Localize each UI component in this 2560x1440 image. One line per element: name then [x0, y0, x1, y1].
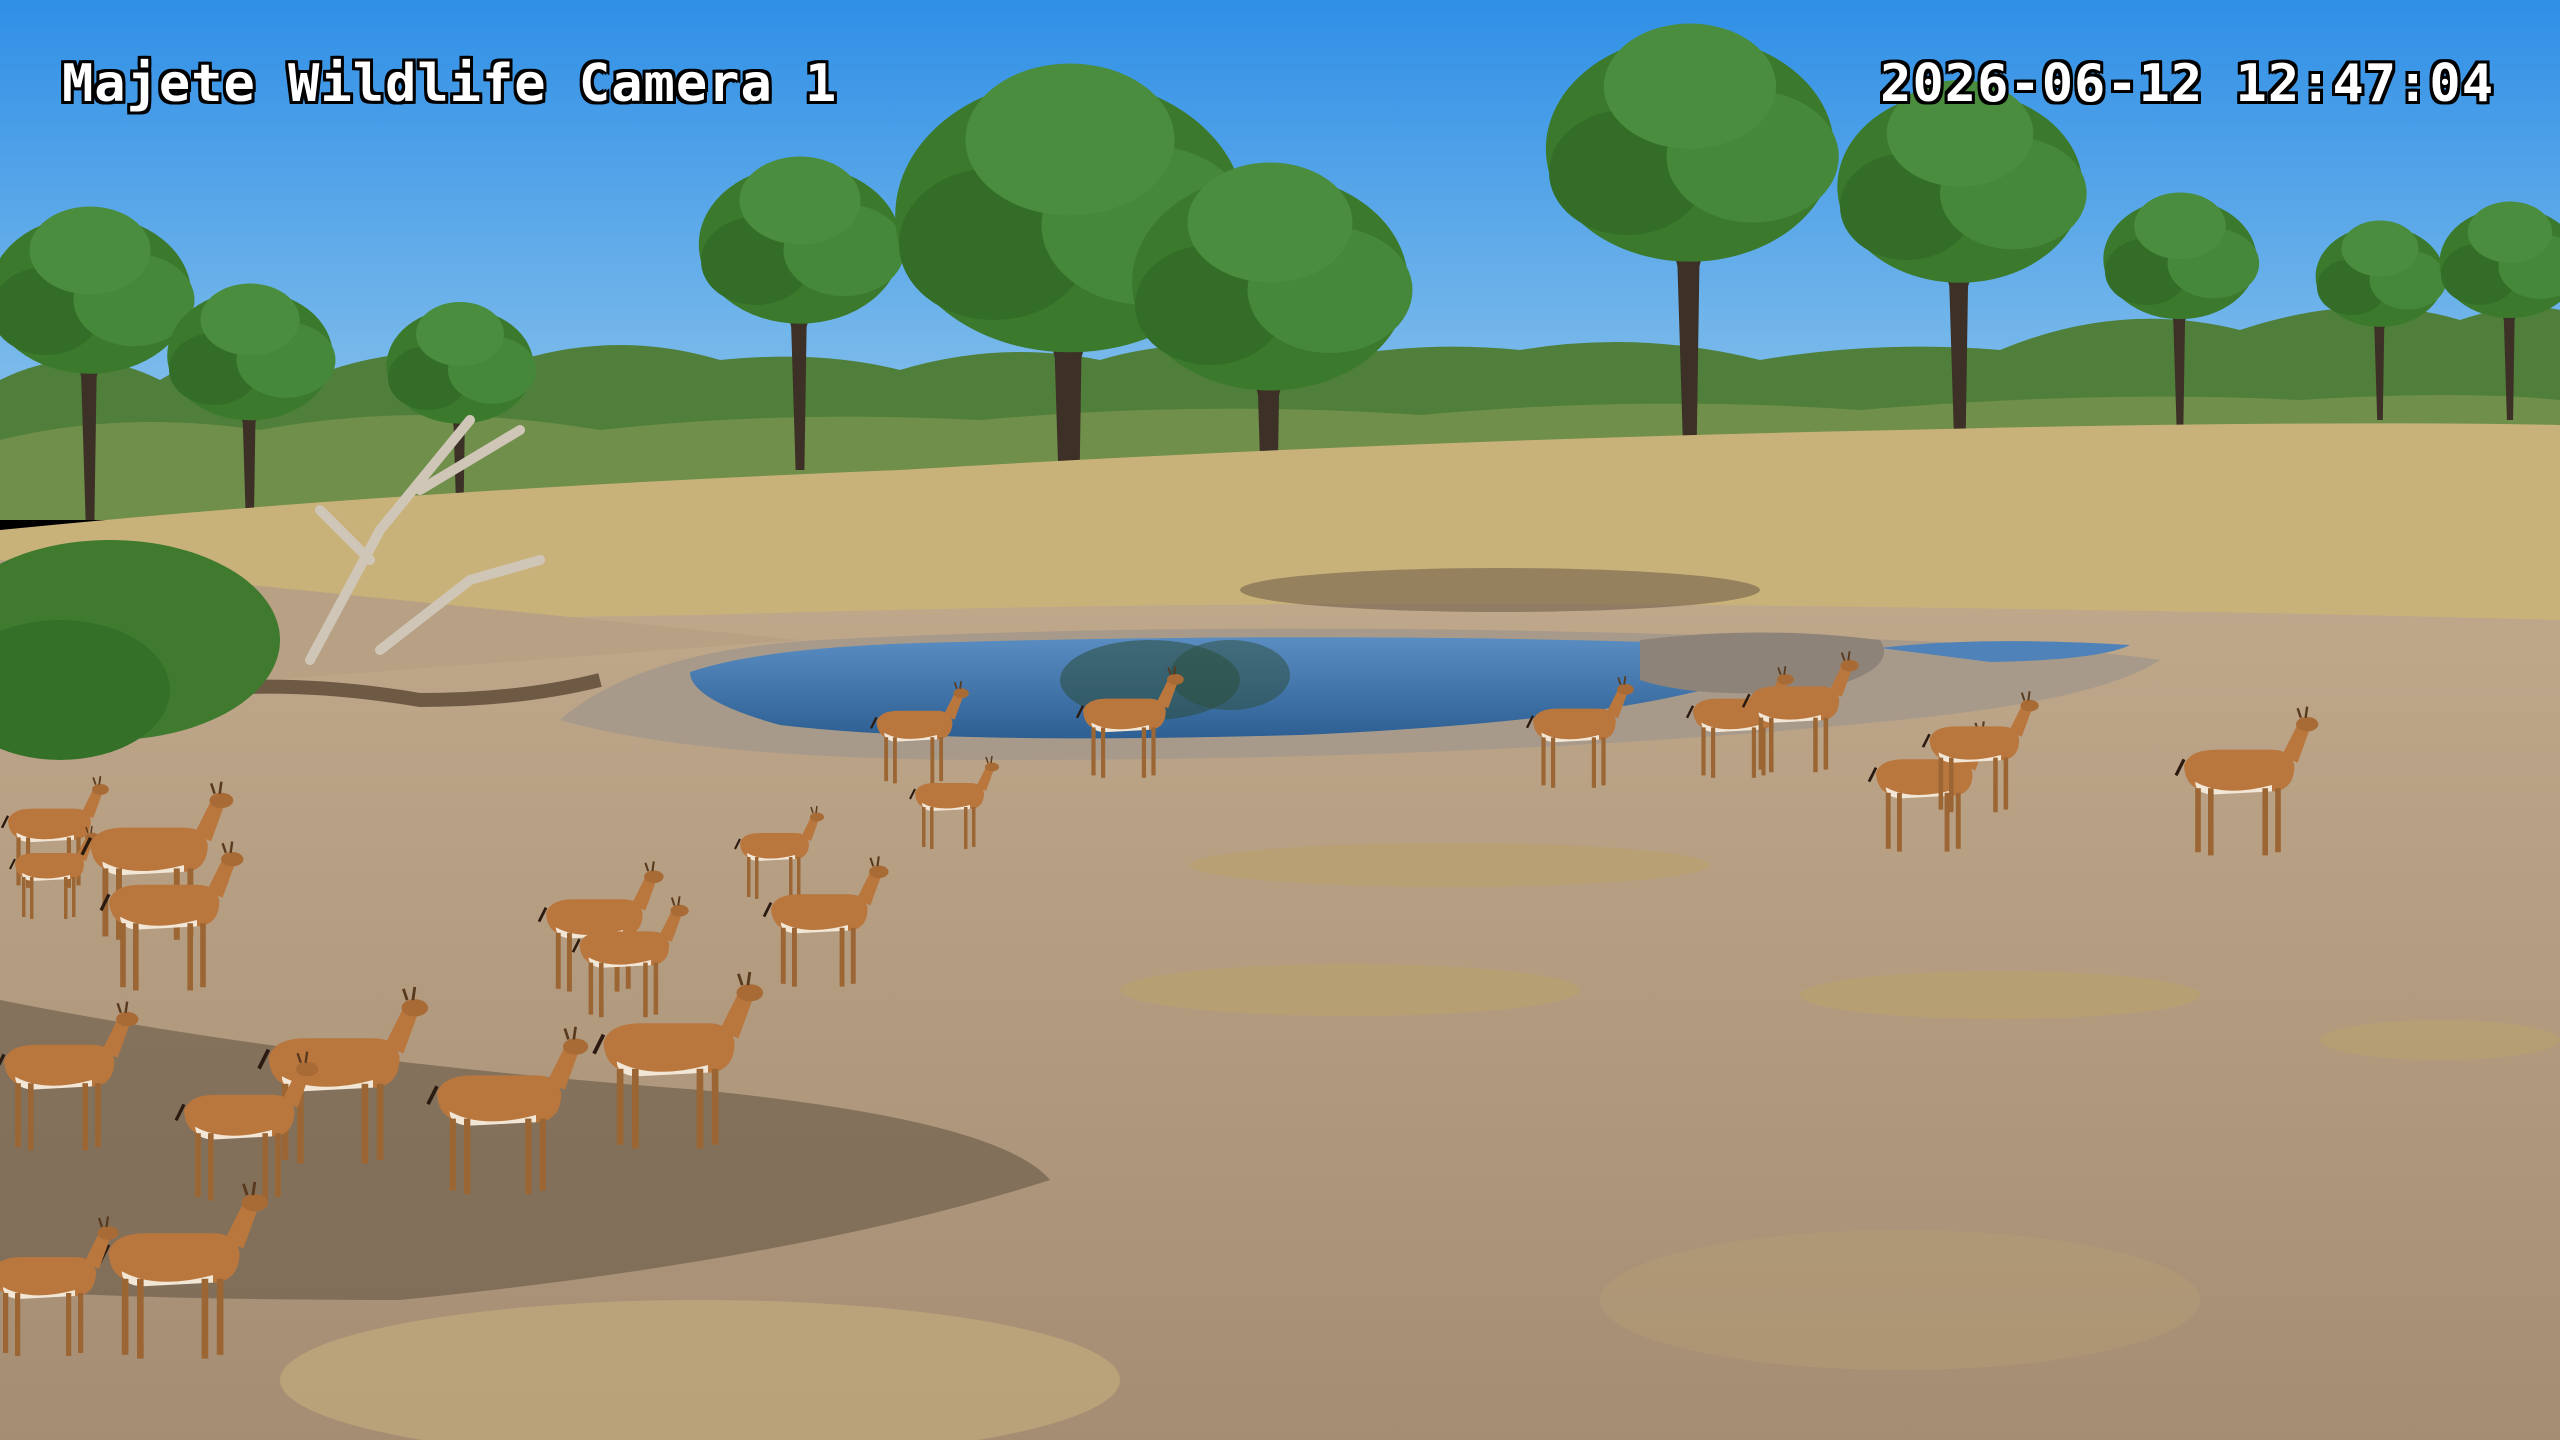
timestamp-overlay: 2026-06-12 12:47:04 — [1880, 54, 2494, 114]
camera-title-overlay: Majete Wildlife Camera 1 — [62, 54, 838, 114]
camera-feed-image — [0, 0, 2560, 1440]
